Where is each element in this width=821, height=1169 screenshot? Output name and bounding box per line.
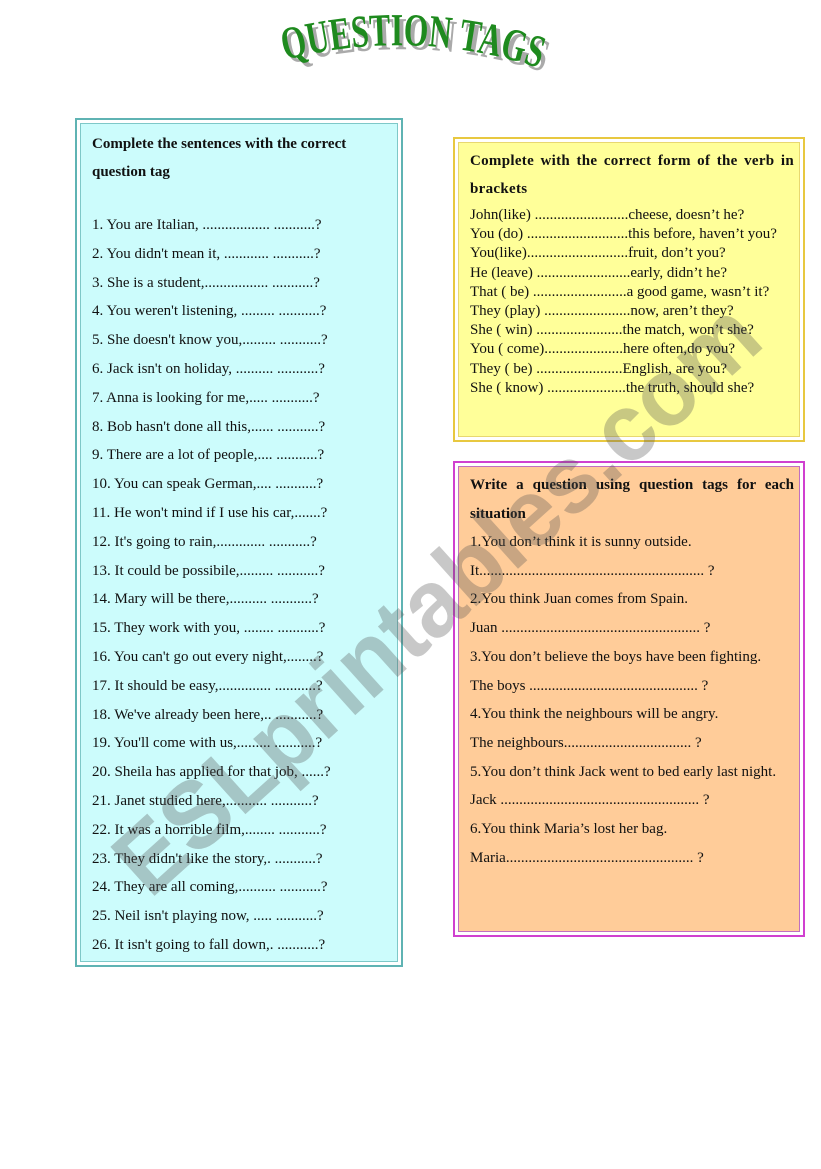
list-item: 16. You can't go out every night,.......… bbox=[92, 648, 324, 665]
list-item: 15. They work with you, ........ .......… bbox=[92, 620, 326, 637]
list-item: She ( know) .....................the tru… bbox=[470, 379, 755, 396]
list-item: 18. We've already been here,.. .........… bbox=[92, 706, 324, 723]
situation-text: 1.You don’t think it is sunny outside. bbox=[470, 534, 692, 550]
exercise-3-box: Write a question using question tags for… bbox=[453, 461, 805, 937]
situation-text: 5.You don’t think Jack went to bed early… bbox=[470, 763, 777, 780]
situation-text: 3.You don’t believe the boys have been f… bbox=[470, 648, 762, 665]
list-item: He (leave) .........................earl… bbox=[470, 264, 727, 281]
list-item: 1. You are Italian, .................. .… bbox=[92, 217, 322, 233]
list-item: 3. She is a student,................. ..… bbox=[92, 274, 320, 291]
list-item: 2. You didn't mean it, ............ ....… bbox=[92, 245, 321, 262]
list-item: 14. Mary will be there,.......... ......… bbox=[92, 591, 319, 608]
list-item: 24. They are all coming,.......... .....… bbox=[92, 879, 328, 896]
exercise-2-heading: Complete with the correct form of the ve… bbox=[470, 153, 794, 197]
exercise-1-heading: Complete the sentences with the correct … bbox=[92, 136, 347, 180]
answer-line: The neighbours..........................… bbox=[470, 734, 702, 751]
list-item: 7. Anna is looking for me,..... ........… bbox=[92, 389, 320, 406]
exercise-2-panel: Complete with the correct form of the ve… bbox=[458, 142, 800, 437]
list-item: You(like)...........................frui… bbox=[470, 245, 726, 262]
list-item: 19. You'll come with us,......... ......… bbox=[92, 735, 323, 752]
list-item: 25. Neil isn't playing now, ..... ......… bbox=[92, 908, 324, 925]
situation-text: 2.You think Juan comes from Spain. bbox=[470, 591, 689, 608]
exercise-3-heading: Write a question using question tags for… bbox=[470, 477, 794, 522]
title-text: QUESTION TAGS bbox=[280, 8, 550, 78]
list-item: That ( be) .........................a go… bbox=[470, 283, 770, 300]
list-item: They (play) .......................now, … bbox=[470, 303, 734, 320]
situation-text: 6.You think Maria’s lost her bag. bbox=[470, 821, 668, 838]
list-item: They ( be) .......................Englis… bbox=[470, 360, 728, 377]
exercise-2-box: Complete with the correct form of the ve… bbox=[453, 137, 805, 442]
list-item: 12. It's going to rain,............. ...… bbox=[92, 533, 317, 550]
list-item: 22. It was a horrible film,........ ....… bbox=[92, 821, 327, 838]
list-item: 23. They didn't like the story,. .......… bbox=[92, 850, 323, 867]
list-item: 4. You weren't listening, ......... ....… bbox=[92, 303, 327, 320]
exercise-2-list: John(like) .........................chee… bbox=[470, 206, 794, 398]
list-item: 6. Jack isn't on holiday, .......... ...… bbox=[92, 360, 325, 377]
list-item: 10. You can speak German,.... ..........… bbox=[92, 476, 324, 493]
list-item: You ( come).....................here oft… bbox=[470, 341, 736, 358]
exercise-1-list: 1. You are Italian, .................. .… bbox=[92, 211, 382, 960]
list-item: 9. There are a lot of people,.... ......… bbox=[92, 447, 325, 464]
answer-line: The boys ...............................… bbox=[470, 677, 709, 694]
list-item: She ( win) .......................the ma… bbox=[470, 322, 754, 339]
list-item: 20. Sheila has applied for that job, ...… bbox=[92, 764, 331, 781]
list-item: 17. It should be easy,.............. ...… bbox=[92, 677, 323, 694]
title-wordart: QUESTION TAGS QUESTION TAGS bbox=[280, 8, 550, 82]
list-item: 13. It could be possibile,......... ....… bbox=[92, 562, 325, 579]
list-item: 21. Janet studied here,........... .....… bbox=[92, 792, 319, 809]
list-item: 8. Bob hasn't done all this,...... .....… bbox=[92, 418, 326, 435]
answer-line: Juan ...................................… bbox=[470, 620, 711, 637]
page-title: QUESTION TAGS QUESTION TAGS bbox=[280, 8, 550, 88]
exercise-3-panel: Write a question using question tags for… bbox=[458, 466, 800, 932]
answer-line: Maria...................................… bbox=[470, 849, 704, 866]
exercise-1-panel: Complete the sentences with the correct … bbox=[80, 123, 398, 962]
list-item: 11. He won't mind if I use his car,.....… bbox=[92, 504, 328, 521]
answer-line: It......................................… bbox=[470, 562, 715, 579]
situation-text: 4.You think the neighbours will be angry… bbox=[470, 706, 719, 723]
list-item: 26. It isn't going to fall down,. ......… bbox=[92, 936, 326, 953]
list-item: John(like) .........................chee… bbox=[470, 207, 745, 223]
list-item: You (do) ...........................this… bbox=[470, 226, 777, 243]
exercise-3-list: 1.You don’t think it is sunny outside. I… bbox=[470, 528, 794, 872]
exercise-1-box: Complete the sentences with the correct … bbox=[75, 118, 403, 967]
answer-line: Jack ...................................… bbox=[470, 792, 710, 809]
list-item: 5. She doesn't know you,......... ......… bbox=[92, 332, 328, 349]
